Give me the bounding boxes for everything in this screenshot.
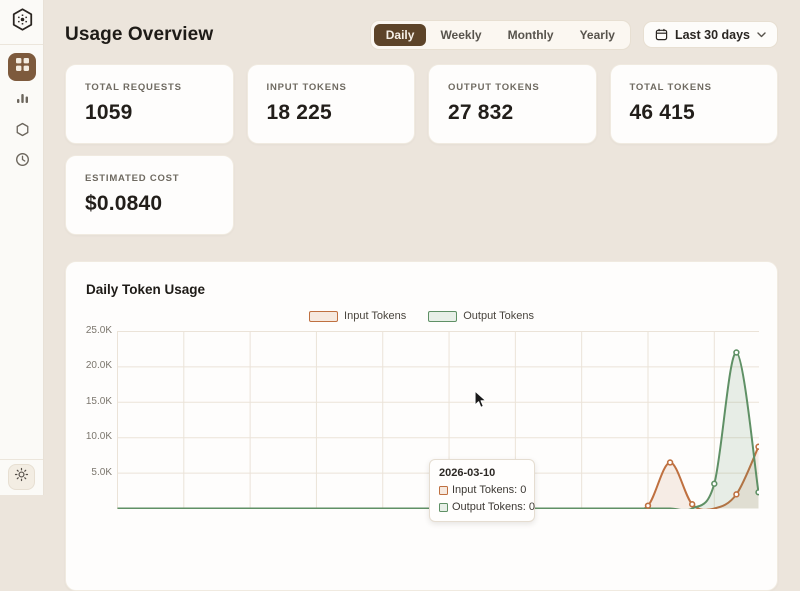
stat-card-input-tokens: INPUT TOKENS 18 225 [246, 64, 415, 144]
tooltip-label: Output Tokens: 0 [452, 501, 535, 513]
stat-label: ESTIMATED COST [85, 173, 180, 184]
stat-label: INPUT TOKENS [266, 82, 347, 93]
sidebar-item-history[interactable] [8, 148, 36, 176]
stat-value: 1059 [85, 101, 133, 124]
y-axis-tick: 5.0K [91, 467, 112, 478]
sidebar-item-models[interactable] [8, 118, 36, 146]
legend-swatch-output [428, 310, 458, 322]
bar-chart-icon [15, 90, 30, 110]
hexagon-icon [15, 122, 30, 142]
chart-tooltip: 2026-03-10 Input Tokens: 0 Output Tokens… [429, 459, 535, 522]
stat-label: TOTAL REQUESTS [85, 82, 182, 93]
stat-value: 27 832 [448, 101, 514, 124]
app-logo[interactable] [8, 8, 36, 36]
page-title: Usage Overview [65, 23, 214, 45]
page-header: Usage Overview Daily Weekly Monthly Year… [65, 19, 778, 50]
sidebar-item-dashboard[interactable] [8, 53, 36, 81]
stat-label: OUTPUT TOKENS [448, 82, 540, 93]
y-axis-tick: 20.0K [85, 360, 112, 371]
stat-value: $0.0840 [85, 192, 163, 215]
chart-legend: Input Tokens Output Tokens [66, 310, 777, 322]
date-range-selector[interactable]: Last 30 days [642, 21, 778, 48]
chevron-down-icon [757, 31, 766, 38]
main-content: Usage Overview Daily Weekly Monthly Year… [44, 0, 800, 591]
tooltip-row-input: Input Tokens: 0 [439, 484, 527, 496]
tooltip-swatch-output [439, 502, 448, 512]
dashboard-grid-icon [15, 57, 30, 77]
sun-icon [14, 467, 29, 487]
tab-yearly[interactable]: Yearly [568, 24, 627, 46]
stat-card-estimated-cost: ESTIMATED COST $0.0840 [65, 155, 234, 235]
stat-card-total-tokens: TOTAL TOKENS 46 415 [609, 64, 778, 144]
sidebar [0, 0, 44, 495]
stat-card-total-requests: TOTAL REQUESTS 1059 [65, 64, 234, 144]
stat-label: TOTAL TOKENS [629, 82, 712, 93]
date-range-label: Last 30 days [674, 27, 750, 42]
theme-toggle-button[interactable] [8, 464, 35, 490]
period-tab-group: Daily Weekly Monthly Yearly [369, 19, 631, 50]
tab-weekly[interactable]: Weekly [428, 24, 493, 46]
tooltip-date: 2026-03-10 [439, 467, 496, 479]
daily-token-usage-card: Daily Token Usage Input Tokens Output To… [65, 261, 778, 591]
tooltip-swatch-input [439, 485, 448, 495]
legend-item-output-tokens[interactable]: Output Tokens [428, 310, 534, 322]
legend-item-input-tokens[interactable]: Input Tokens [309, 310, 406, 322]
hexagon-spark-logo-icon [10, 7, 35, 37]
calendar-icon [655, 28, 668, 41]
sidebar-divider [0, 44, 43, 45]
tooltip-row-output: Output Tokens: 0 [439, 501, 535, 513]
y-axis-tick: 25.0K [85, 325, 112, 336]
sidebar-divider [0, 459, 43, 460]
y-axis-tick: 15.0K [85, 396, 112, 407]
tab-monthly[interactable]: Monthly [496, 24, 566, 46]
legend-swatch-input [309, 310, 339, 322]
stat-card-output-tokens: OUTPUT TOKENS 27 832 [428, 64, 597, 144]
stat-value: 46 415 [629, 101, 695, 124]
y-axis-tick: 10.0K [85, 431, 112, 442]
tooltip-label: Input Tokens: 0 [452, 484, 527, 496]
clock-icon [15, 152, 30, 172]
stat-value: 18 225 [266, 101, 332, 124]
sidebar-item-analytics[interactable] [8, 86, 36, 114]
chart-title: Daily Token Usage [86, 282, 206, 297]
tab-daily[interactable]: Daily [373, 23, 427, 46]
header-controls: Daily Weekly Monthly Yearly Last 30 days [369, 19, 778, 50]
stats-grid: TOTAL REQUESTS 1059 INPUT TOKENS 18 225 … [65, 64, 778, 235]
legend-label: Input Tokens [344, 310, 407, 322]
legend-label: Output Tokens [463, 310, 534, 322]
